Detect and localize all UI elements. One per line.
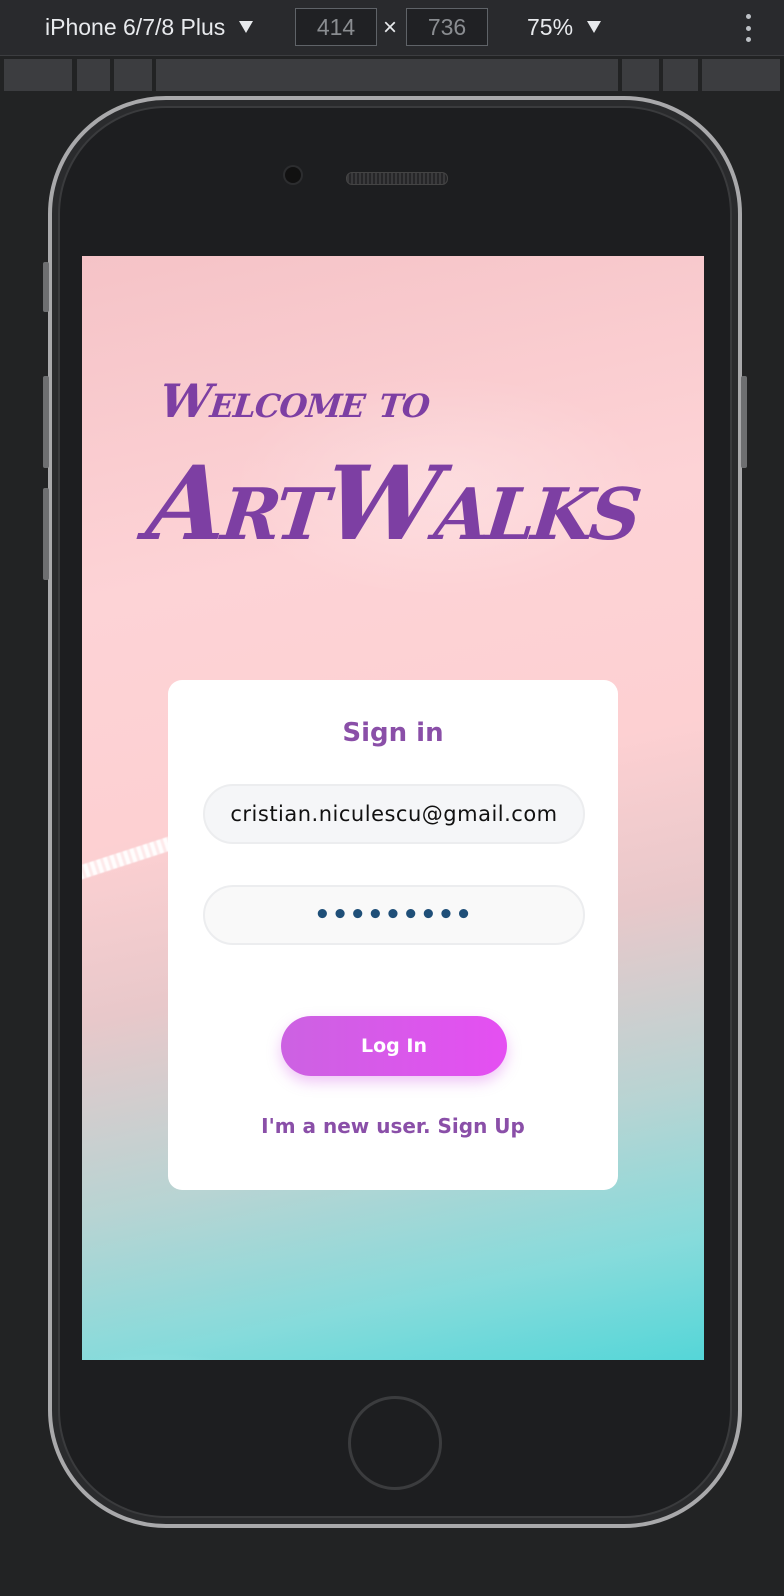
media-query-segment[interactable] [156, 59, 618, 91]
chevron-down-icon [587, 21, 602, 33]
media-query-segment[interactable] [702, 59, 780, 91]
password-field[interactable] [203, 885, 585, 945]
chevron-down-icon [239, 21, 254, 33]
contrail-decoration [82, 833, 182, 885]
camera-icon [285, 167, 301, 183]
device-label: iPhone 6/7/8 Plus [45, 13, 226, 40]
zoom-label: 75% [527, 13, 574, 40]
signin-heading: Sign in [342, 718, 444, 748]
volume-down-button [43, 488, 49, 580]
signin-card: Sign in Log In I'm a new user. Sign Up [168, 680, 618, 1190]
power-button [741, 376, 747, 468]
media-query-segment[interactable] [622, 59, 659, 91]
speaker-grille [346, 172, 448, 185]
device-select[interactable]: iPhone 6/7/8 Plus [45, 10, 254, 44]
menu-dot [745, 25, 751, 31]
signup-link[interactable]: I'm a new user. Sign Up [168, 1114, 618, 1138]
width-input[interactable]: 414 [295, 8, 377, 46]
zoom-select[interactable]: 75% [527, 10, 602, 44]
email-field[interactable] [203, 784, 585, 844]
device-toolbar: iPhone 6/7/8 Plus 414 × 736 75% [0, 0, 784, 56]
menu-dot [745, 14, 751, 19]
phone-screen: Welcome to ArtWalks Sign in Log In I'm a… [82, 256, 704, 1360]
media-query-segment[interactable] [663, 59, 698, 91]
media-query-segment[interactable] [114, 59, 152, 91]
times-symbol: × [383, 14, 398, 41]
volume-up-button [43, 376, 49, 468]
welcome-heading: Welcome to [157, 374, 433, 428]
mute-switch [43, 262, 49, 312]
kebab-menu-icon[interactable] [744, 14, 752, 42]
height-input[interactable]: 736 [406, 8, 488, 46]
media-query-bar [4, 59, 780, 91]
menu-dot [745, 37, 751, 42]
media-query-segment[interactable] [4, 59, 72, 91]
app-title: ArtWalks [141, 444, 645, 564]
login-button[interactable]: Log In [281, 1016, 507, 1076]
home-button[interactable] [348, 1396, 442, 1490]
media-query-segment[interactable] [77, 59, 110, 91]
